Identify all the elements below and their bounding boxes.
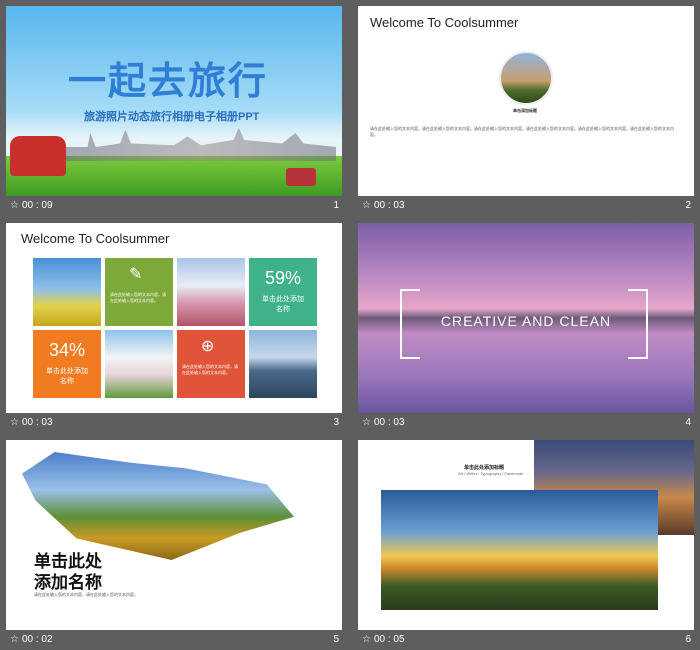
- slide-thumb-5[interactable]: 单击此处 添加名称 请在此处输入您的文本内容，请在此处输入您的文本内容。 ☆ 00…: [6, 440, 342, 650]
- slide-3-canvas: Welcome To Coolsummer ✎ 请在此处输入您的文本内容，请在此…: [6, 223, 342, 413]
- slide-6-bar: ☆ 00 : 05 6: [358, 631, 694, 650]
- slide-4-title: CREATIVE AND CLEAN: [440, 313, 612, 329]
- slide-2-bar: ☆ 00 : 03 2: [358, 197, 694, 216]
- pct-34-label: 单击此处添加名称: [46, 368, 88, 385]
- star-icon: ☆: [362, 417, 371, 428]
- teal-block: 59% 单击此处添加名称: [249, 258, 317, 326]
- star-icon: ☆: [10, 417, 19, 428]
- slide-4-bar: ☆ 00 : 03 4: [358, 414, 694, 433]
- slide-6-number: 6: [685, 634, 691, 645]
- slide-2-body: 请在此处输入您的文本内容。请在此处输入您的文本内容。请在此处输入您的文本内容。请…: [370, 126, 674, 137]
- photo-lake: [249, 330, 317, 398]
- slide-5-title-line2: 添加名称: [34, 573, 102, 592]
- pct-34: 34%: [48, 340, 86, 360]
- red-block-text: 请在此处输入您的文本内容，请在此处输入您的文本内容。: [182, 364, 238, 375]
- slide-4-number: 4: [685, 417, 691, 428]
- slide-2-title: Welcome To Coolsummer: [370, 15, 519, 30]
- star-icon: ☆: [362, 200, 371, 211]
- green-block: ✎ 请在此处输入您的文本内容，请在此处输入您的文本内容。: [105, 258, 173, 326]
- slide-3-bar: ☆ 00 : 03 3: [6, 414, 342, 433]
- slide-6-title: 单击此处添加标题: [464, 465, 505, 471]
- luggage: [286, 168, 316, 186]
- slide-thumb-6[interactable]: 单击此处添加标题 Art / Writer / Typography / Fac…: [358, 440, 694, 650]
- slide-5-canvas: 单击此处 添加名称 请在此处输入您的文本内容，请在此处输入您的文本内容。: [6, 440, 342, 630]
- slide-5-bar: ☆ 00 : 02 5: [6, 631, 342, 650]
- slide-2-caption: 单击添加标题: [513, 108, 537, 113]
- brush-photo: [22, 452, 294, 560]
- slide-thumb-3[interactable]: Welcome To Coolsummer ✎ 请在此处输入您的文本内容，请在此…: [6, 223, 342, 433]
- slide-1-time: 00 : 09: [21, 200, 53, 211]
- orange-block: 34% 单击此处添加名称: [33, 330, 101, 398]
- car-illustration: [10, 136, 66, 176]
- red-block: ⊕ 请在此处输入您的文本内容，请在此处输入您的文本内容。: [177, 330, 245, 398]
- slide-2-time: 00 : 03: [373, 200, 405, 211]
- slide-4-time: 00 : 03: [373, 417, 405, 428]
- slide-1-bar: ☆ 00 : 09 1: [6, 197, 342, 216]
- pct-59: 59%: [264, 268, 302, 288]
- slide-3-title: Welcome To Coolsummer: [21, 231, 170, 246]
- slide-3-number: 3: [333, 417, 339, 428]
- slide-2-number: 2: [685, 200, 691, 211]
- skyline: [66, 127, 336, 161]
- slide-2-canvas: Welcome To Coolsummer 单击添加标题 请在此处输入您的文本内…: [358, 6, 694, 196]
- slide-6-subtitle: Art / Writer / Typography / Facemode: [458, 471, 524, 476]
- green-block-text: 请在此处输入您的文本内容，请在此处输入您的文本内容。: [110, 292, 166, 303]
- wrench-icon: ✎: [129, 266, 143, 283]
- pct-59-label: 单击此处添加名称: [262, 296, 304, 313]
- star-icon: ☆: [10, 634, 19, 645]
- star-icon: ☆: [10, 200, 19, 211]
- photo-sunset: [381, 490, 658, 610]
- slide-4-canvas: CREATIVE AND CLEAN: [358, 223, 694, 413]
- photo-blossom: [105, 330, 173, 398]
- slide-5-time: 00 : 02: [21, 634, 53, 645]
- slide-5-number: 5: [333, 634, 339, 645]
- photo-field: [33, 258, 101, 326]
- slide-1-number: 1: [333, 200, 339, 211]
- slide-1-title: 一起去旅行: [68, 61, 269, 103]
- slide-5-body: 请在此处输入您的文本内容，请在此处输入您的文本内容。: [34, 592, 138, 597]
- basket-icon: ⊕: [201, 338, 215, 355]
- slide-1-subtitle: 旅游照片动态旅行相册电子相册PPT: [84, 111, 260, 123]
- slide-thumb-4[interactable]: CREATIVE AND CLEAN ☆ 00 : 03 4: [358, 223, 694, 433]
- star-icon: ☆: [362, 634, 371, 645]
- slide-6-time: 00 : 05: [373, 634, 405, 645]
- circle-photo: [499, 51, 553, 105]
- photo-fuji: [177, 258, 245, 326]
- slide-thumb-2[interactable]: Welcome To Coolsummer 单击添加标题 请在此处输入您的文本内…: [358, 6, 694, 216]
- slide-6-canvas: 单击此处添加标题 Art / Writer / Typography / Fac…: [358, 440, 694, 630]
- slide-3-time: 00 : 03: [21, 417, 53, 428]
- slide-thumb-1[interactable]: 一起去旅行 旅游照片动态旅行相册电子相册PPT ☆ 00 : 09 1: [6, 6, 342, 216]
- slide-1-canvas: 一起去旅行 旅游照片动态旅行相册电子相册PPT: [6, 6, 342, 196]
